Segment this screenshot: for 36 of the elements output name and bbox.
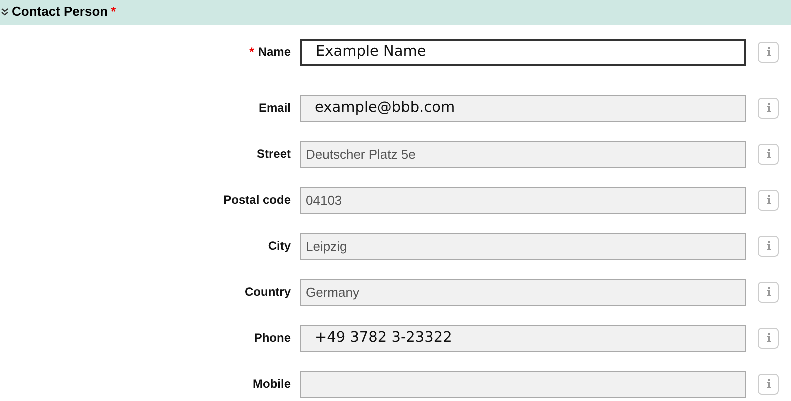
- text-field[interactable]: 04103: [300, 186, 746, 214]
- info-button[interactable]: [758, 144, 779, 164]
- field-label: Mobile: [253, 377, 291, 391]
- text-field[interactable]: Deutscher Platz 5e: [300, 140, 746, 168]
- info-button[interactable]: [758, 190, 779, 210]
- section-title: Contact Person: [12, 4, 108, 19]
- required-asterisk: *: [250, 45, 254, 59]
- field-label: City: [268, 239, 291, 253]
- field-label: Name: [258, 45, 291, 59]
- field-label: Postal code: [224, 193, 291, 207]
- info-icon: [766, 379, 772, 389]
- info-button[interactable]: [758, 236, 779, 256]
- field-label: Street: [256, 147, 291, 161]
- info-icon: [766, 149, 772, 159]
- info-icon: [766, 287, 772, 297]
- field-label: Phone: [254, 331, 291, 345]
- info-icon: [766, 195, 772, 205]
- field-label: Country: [245, 285, 291, 299]
- text-field[interactable]: example@bbb.com: [300, 94, 746, 122]
- info-icon: [766, 47, 772, 57]
- info-button[interactable]: [758, 374, 779, 394]
- info-button[interactable]: [758, 328, 779, 348]
- field-label: Email: [258, 101, 291, 115]
- required-asterisk: *: [111, 4, 116, 19]
- info-button[interactable]: [758, 282, 779, 302]
- info-icon: [766, 333, 772, 343]
- collapse-icon[interactable]: [1, 8, 9, 16]
- info-icon: [766, 241, 772, 251]
- text-field[interactable]: Germany: [300, 278, 746, 306]
- info-icon: [766, 103, 772, 113]
- info-button[interactable]: [758, 42, 779, 62]
- text-field[interactable]: +49 3782 3-23322: [300, 324, 746, 352]
- text-field[interactable]: [300, 370, 746, 398]
- text-field[interactable]: Leipzig: [300, 232, 746, 260]
- text-field[interactable]: Example Name: [300, 38, 746, 66]
- info-button[interactable]: [758, 98, 779, 118]
